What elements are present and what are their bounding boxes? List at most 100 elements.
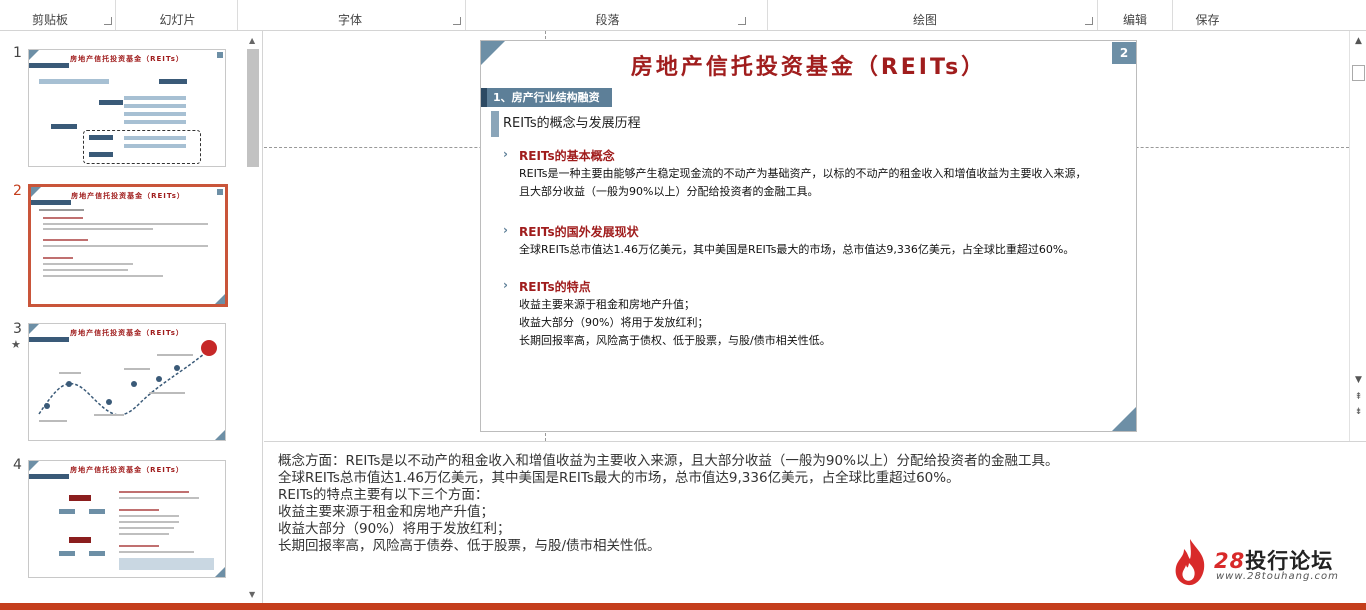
notes-line: 概念方面：REITs是以不动产的租金收入和增值收益为主要收入来源，且大部分收益（… [278, 453, 1059, 469]
ribbon-separator [115, 0, 116, 30]
thumbnail-shape [159, 79, 187, 84]
scroll-up-icon[interactable]: ▲ [1353, 35, 1364, 47]
thumbnail-number-active: 2 [13, 183, 22, 199]
slide-canvas[interactable]: 2 房地产信托投资基金（REITs） 1、房产行业结构融资 REITs的概念与发… [480, 40, 1137, 432]
ribbon-separator [1172, 0, 1173, 30]
thumbnail-text-line [43, 223, 208, 225]
notes-line: 收益大部分（90%）将用于发放红利； [278, 521, 511, 537]
next-slide-icon[interactable]: ⇟ [1353, 406, 1364, 418]
thumbnail-shape [59, 551, 75, 556]
notes-line: 全球REITs总市值达1.46万亿美元，其中美国是REITs最大的市场，总市值达… [278, 470, 960, 486]
drawing-launcher-icon[interactable] [1085, 17, 1093, 25]
ribbon-group-font: 字体 [337, 13, 362, 27]
thumbnail-text-line [119, 497, 199, 499]
slide-thumbnail-1[interactable]: 房地产信托投资基金（REITs） [28, 49, 226, 167]
thumbnail-corner-decoration [215, 567, 225, 577]
thumbnail-text-line [43, 217, 83, 219]
thumbnail-text-line [119, 551, 194, 553]
notes-line: 收益主要来源于租金和房地产升值； [278, 504, 494, 520]
thumbnail-text-line [43, 228, 153, 230]
block-line: 且大部分收益（一般为90%以上）分配给投资者的金融工具。 [519, 185, 819, 198]
thumbnail-text-line [119, 533, 169, 535]
thumbnail-scrollbar[interactable]: ▲ ▼ [246, 36, 260, 604]
thumbnail-text-line [119, 509, 159, 511]
chevron-right-icon: › [503, 223, 508, 237]
scroll-down-icon[interactable]: ▼ [1353, 374, 1364, 386]
ribbon: 剪贴板 幻灯片 字体 段落 绘图 编辑 保存 [0, 0, 1366, 31]
thumbnail-text-line [43, 275, 163, 277]
ribbon-group-save: 保存 [1195, 13, 1220, 27]
slide-thumbnail-3[interactable]: 房地产信托投资基金（REITs） [28, 323, 226, 441]
thumbnail-shape [89, 551, 105, 556]
thumbnail-shape [124, 112, 186, 116]
ribbon-separator [237, 0, 238, 30]
block-heading[interactable]: REITs的基本概念 [519, 147, 615, 164]
watermark-logo: 28投行论坛 www.28touhang.com [1172, 535, 1342, 590]
watermark-url: www.28touhang.com [1216, 571, 1339, 582]
thumbnail-text-line [43, 263, 133, 265]
thumbnail-text-line [119, 521, 179, 523]
thumbnail-scrollbar-thumb[interactable] [247, 49, 259, 167]
thumbnail-text-line [119, 527, 174, 529]
thumbnail-shape [124, 104, 186, 108]
font-launcher-icon[interactable] [453, 17, 461, 25]
slide-thumbnail-pane[interactable]: 1 房地产信托投资基金（REITs） 2 房地产信托投资基金（REITs） 3 … [0, 31, 263, 603]
slide-section-label[interactable]: 1、房产行业结构融资 [481, 88, 612, 107]
slide-thumbnail-2[interactable]: 房地产信托投资基金（REITs） [28, 184, 228, 307]
block-line: 全球REITs总市值达1.46万亿美元，其中美国是REITs最大的市场，总市值达… [519, 243, 1075, 256]
slide-subtitle[interactable]: REITs的概念与发展历程 [491, 111, 641, 137]
notes-line: 长期回报率高，风险高于债券、低于股票，与股/债市相关性低。 [278, 538, 661, 554]
slide-title[interactable]: 房地产信托投资基金（REITs） [481, 49, 1136, 81]
thumbnail-shape [124, 96, 186, 100]
thumbnail-text-line [43, 269, 128, 271]
previous-slide-icon[interactable]: ⇞ [1353, 391, 1364, 403]
thumbnail-shape [69, 537, 91, 543]
thumbnail-text-line [119, 491, 189, 493]
ribbon-separator [465, 0, 466, 30]
thumbnail-corner-decoration [215, 294, 225, 304]
section-marker [481, 88, 487, 107]
block-heading[interactable]: REITs的特点 [519, 278, 591, 295]
thumbnail-section-bar [29, 474, 69, 479]
timeline-curve-graphic [38, 340, 217, 422]
block-text[interactable]: 收益主要来源于租金和房地产升值； 收益大部分（90%）将用于发放红利； 长期回报… [519, 296, 1129, 350]
ribbon-separator [1097, 0, 1098, 30]
thumbnail-corner-decoration [215, 430, 225, 440]
subtitle-marker [491, 111, 499, 137]
thumbnail-shape [99, 100, 123, 105]
editor-scrollbar[interactable]: ▲ ▼ ⇞ ⇟ [1349, 31, 1366, 441]
thumbnail-shape [59, 509, 75, 514]
chevron-right-icon: › [503, 147, 508, 161]
clipboard-launcher-icon[interactable] [104, 17, 112, 25]
block-heading[interactable]: REITs的国外发展现状 [519, 223, 639, 240]
paragraph-launcher-icon[interactable] [738, 17, 746, 25]
flame-icon [1175, 539, 1205, 586]
ribbon-group-drawing: 绘图 [912, 13, 937, 27]
thumbnail-text-line [43, 239, 88, 241]
block-line: REITs是一种主要由能够产生稳定现金流的不动产为基础资产，以标的不动产的租金收… [519, 167, 1087, 180]
thumbnail-text-line [43, 257, 73, 259]
animation-star-icon: ★ [11, 338, 21, 351]
thumbnail-section-bar [29, 63, 69, 68]
ribbon-group-paragraph: 段落 [595, 13, 620, 27]
thumbnail-number: 1 [13, 45, 22, 61]
editor-scrollbar-thumb[interactable] [1352, 65, 1365, 81]
thumbnail-number: 3 [13, 321, 22, 337]
status-bar [0, 603, 1366, 610]
thumbnail-text-line [119, 545, 159, 547]
thumbnail-shape [51, 124, 77, 129]
ribbon-group-editing: 编辑 [1122, 13, 1147, 27]
watermark-brand-text: 投行论坛 [1245, 549, 1334, 573]
block-text[interactable]: REITs是一种主要由能够产生稳定现金流的不动产为基础资产，以标的不动产的租金收… [519, 165, 1129, 201]
section-label-text: 1、房产行业结构融资 [493, 91, 600, 104]
thumbnail-section-bar [31, 200, 71, 205]
scroll-up-icon[interactable]: ▲ [249, 36, 255, 45]
slide-thumbnail-4[interactable]: 房地产信托投资基金（REITs） [28, 460, 226, 578]
block-line: 收益大部分（90%）将用于发放红利； [519, 316, 709, 329]
block-text[interactable]: 全球REITs总市值达1.46万亿美元，其中美国是REITs最大的市场，总市值达… [519, 241, 1129, 259]
thumbnail-text-line [119, 515, 179, 517]
chevron-right-icon: › [503, 278, 508, 292]
subtitle-text: REITs的概念与发展历程 [503, 116, 641, 131]
thumbnail-shape [119, 558, 214, 570]
scroll-down-icon[interactable]: ▼ [249, 590, 255, 599]
